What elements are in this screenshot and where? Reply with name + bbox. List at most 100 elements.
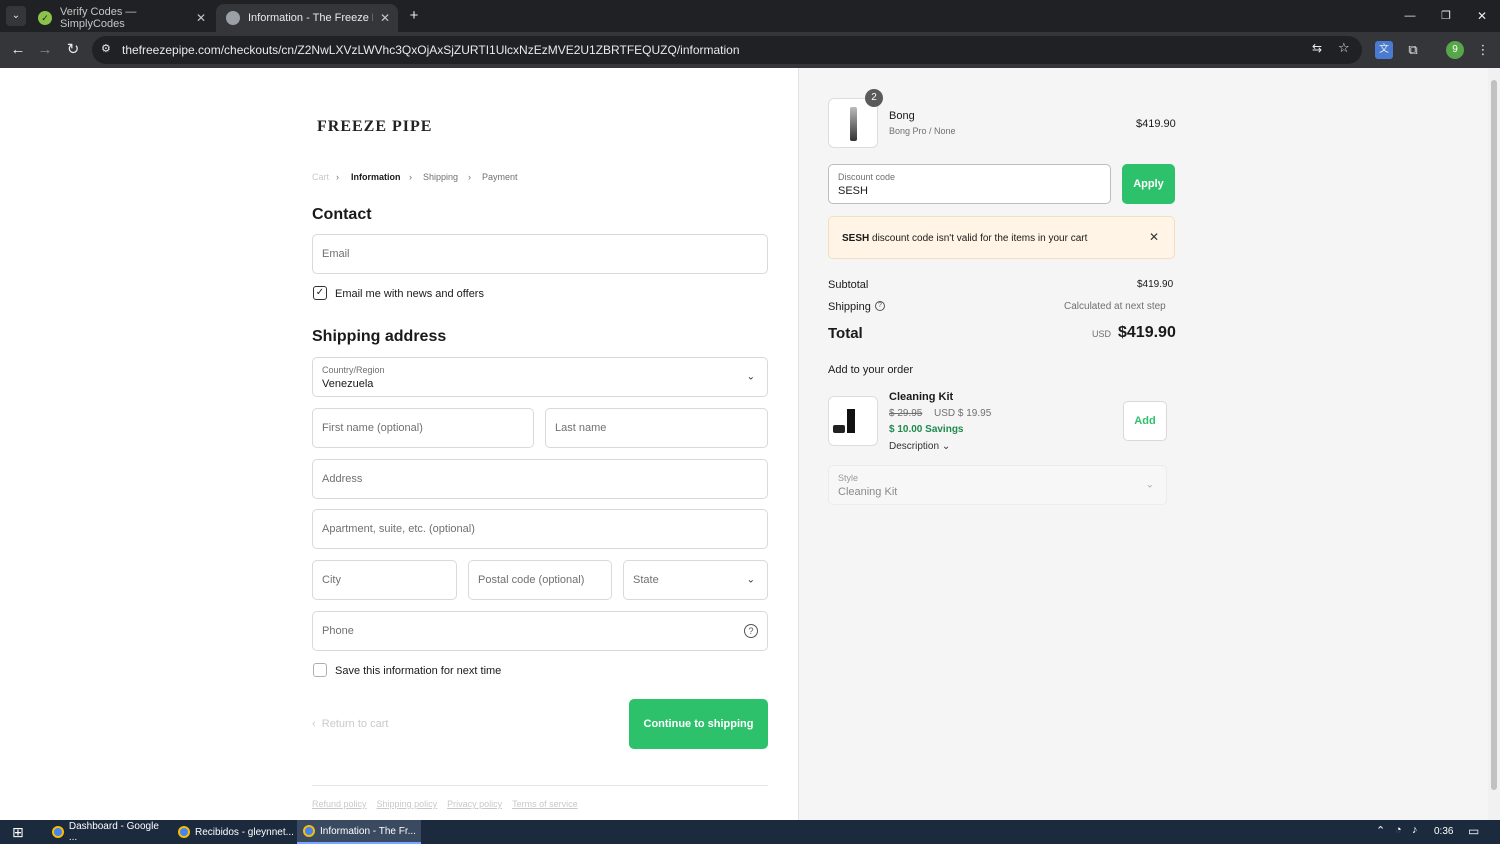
page-scrollbar[interactable] — [1488, 68, 1500, 820]
menu-dots-icon[interactable]: ⋮ — [1474, 41, 1492, 59]
taskbar-item-dashboard[interactable]: Dashboard - Google ... — [46, 820, 168, 844]
wifi-icon[interactable]: ◔ — [1395, 824, 1402, 836]
return-to-cart-link[interactable]: ‹ Return to cart — [312, 718, 388, 730]
browser-tab-bar: ⌄ ✓ Verify Codes — SimplyCodes ✕ Informa… — [0, 0, 1500, 32]
taskbar-item-information[interactable]: Information - The Fr... — [297, 820, 421, 844]
tray-chevron-up-icon[interactable]: ⌃ — [1376, 824, 1385, 837]
subtotal-value: $419.90 — [1137, 279, 1174, 290]
privacy-policy-link[interactable]: Privacy policy — [447, 799, 502, 809]
shipping-policy-link[interactable]: Shipping policy — [377, 799, 438, 809]
breadcrumb-cart[interactable]: Cart — [312, 172, 329, 182]
close-icon[interactable]: ✕ — [1149, 230, 1159, 244]
description-toggle[interactable]: Description ⌄ — [889, 441, 950, 452]
checkmark-icon: ✓ — [315, 287, 325, 298]
style-select[interactable]: Style Cleaning Kit ⌄ — [828, 465, 1167, 505]
omnibox[interactable]: ⚙ thefreezepipe.com/checkouts/cn/Z2NwLXV… — [92, 36, 1362, 64]
bookmark-star-icon[interactable]: ☆ — [1338, 40, 1350, 56]
back-icon[interactable]: ← — [8, 40, 28, 60]
taskbar-item-recibidos[interactable]: Recibidos - gleynnet... — [172, 820, 294, 844]
scrollbar-thumb[interactable] — [1491, 80, 1497, 790]
product-variant: Bong Pro / None — [889, 126, 956, 136]
city-field[interactable]: City — [312, 560, 457, 600]
close-icon[interactable]: ✕ — [380, 11, 390, 25]
state-select[interactable]: State ⌄ — [623, 560, 768, 600]
subtotal-label: Subtotal — [828, 279, 869, 291]
translate-extension-icon[interactable]: 文 — [1375, 41, 1393, 59]
news-label: Email me with news and offers — [335, 288, 484, 300]
cleaning-kit-thumbnail — [828, 396, 878, 446]
shipping-label: Shipping — [828, 301, 871, 313]
footer-links: Refund policy Shipping policy Privacy po… — [312, 799, 578, 809]
product-price: $419.90 — [1136, 118, 1176, 130]
first-name-field[interactable]: First name (optional) — [312, 408, 534, 448]
style-value: Cleaning Kit — [838, 486, 898, 498]
total-label: Total — [828, 325, 863, 342]
phone-field[interactable]: Phone ? — [312, 611, 768, 651]
forward-icon[interactable]: → — [35, 40, 55, 60]
window-close-icon[interactable]: ✕ — [1472, 6, 1492, 26]
start-menu-icon[interactable]: ⊞ — [12, 824, 28, 840]
error-message: SESH discount code isn't valid for the i… — [842, 233, 1087, 244]
new-tab-icon[interactable]: + — [404, 6, 424, 26]
reload-icon[interactable]: ↻ — [63, 40, 83, 60]
profile-avatar[interactable]: 9 — [1446, 41, 1464, 59]
email-field[interactable]: Email — [312, 234, 768, 274]
upsell-old-price: $ 29.95 — [889, 408, 923, 419]
chrome-icon — [303, 825, 315, 837]
state-placeholder: State — [633, 574, 659, 586]
upsell-name: Cleaning Kit — [889, 391, 954, 403]
chevron-down-icon: ⌄ — [746, 574, 755, 586]
news-checkbox[interactable]: ✓ — [313, 286, 327, 300]
clock[interactable]: 0:36 — [1434, 826, 1453, 837]
tab-information[interactable]: Information - The Freeze Pipe ✕ — [216, 4, 398, 32]
postal-code-field[interactable]: Postal code (optional) — [468, 560, 612, 600]
save-info-checkbox[interactable] — [313, 663, 327, 677]
extensions-puzzle-icon[interactable]: ⧉ — [1404, 41, 1422, 59]
error-code: SESH — [842, 233, 870, 244]
store-logo[interactable]: FREEZE PIPE — [317, 118, 432, 136]
email-placeholder: Email — [322, 248, 350, 260]
chevron-right-icon: › — [468, 172, 471, 182]
notifications-icon[interactable]: ▭ — [1468, 824, 1479, 838]
url-text[interactable]: thefreezepipe.com/checkouts/cn/Z2NwLXVzL… — [122, 43, 740, 57]
terms-of-service-link[interactable]: Terms of service — [512, 799, 578, 809]
discount-code-field[interactable]: Discount code SESH — [828, 164, 1111, 204]
phone-placeholder: Phone — [322, 625, 354, 637]
refund-policy-link[interactable]: Refund policy — [312, 799, 367, 809]
tab-verify-codes[interactable]: ✓ Verify Codes — SimplyCodes ✕ — [28, 4, 214, 32]
restore-icon[interactable]: ❐ — [1436, 6, 1456, 26]
continue-to-shipping-button[interactable]: Continue to shipping — [629, 699, 768, 749]
country-label: Country/Region — [322, 365, 385, 375]
save-info-label: Save this information for next time — [335, 665, 502, 677]
last-name-placeholder: Last name — [555, 422, 607, 434]
chevron-down-icon: ⌄ — [746, 371, 755, 383]
cleaning-kit-image-part — [833, 425, 845, 433]
minimize-icon[interactable]: — — [1400, 6, 1420, 26]
return-label: Return to cart — [321, 718, 389, 730]
tab-title: Information - The Freeze Pipe — [248, 12, 373, 24]
apartment-field[interactable]: Apartment, suite, etc. (optional) — [312, 509, 768, 549]
translate-icon[interactable]: ⇆ — [1312, 41, 1322, 55]
error-text: discount code isn't valid for the items … — [872, 233, 1088, 244]
site-info-icon[interactable]: ⚙ — [101, 42, 111, 55]
taskbar-label: Information - The Fr... — [320, 825, 416, 837]
windows-taskbar: ⊞ Dashboard - Google ... Recibidos - gle… — [0, 820, 1500, 844]
last-name-field[interactable]: Last name — [545, 408, 768, 448]
taskbar-label: Dashboard - Google ... — [68, 821, 159, 843]
help-icon[interactable]: ? — [875, 301, 885, 311]
close-icon[interactable]: ✕ — [196, 11, 206, 25]
country-select[interactable]: Country/Region Venezuela ⌄ — [312, 357, 768, 397]
globe-icon — [226, 11, 240, 25]
simplycodes-favicon-icon: ✓ — [38, 11, 52, 25]
tab-search-icon[interactable]: ⌄ — [6, 6, 26, 26]
discount-value: SESH — [838, 185, 868, 197]
total-currency: USD — [1092, 329, 1112, 339]
add-cleaning-kit-button[interactable]: Add — [1123, 401, 1167, 441]
address-field[interactable]: Address — [312, 459, 768, 499]
chrome-icon — [52, 826, 64, 838]
help-icon[interactable]: ? — [744, 624, 758, 638]
volume-icon[interactable]: ♪ — [1412, 824, 1418, 836]
breadcrumb-information: Information — [351, 172, 401, 182]
contact-heading: Contact — [312, 206, 372, 223]
apply-button[interactable]: Apply — [1122, 164, 1175, 204]
